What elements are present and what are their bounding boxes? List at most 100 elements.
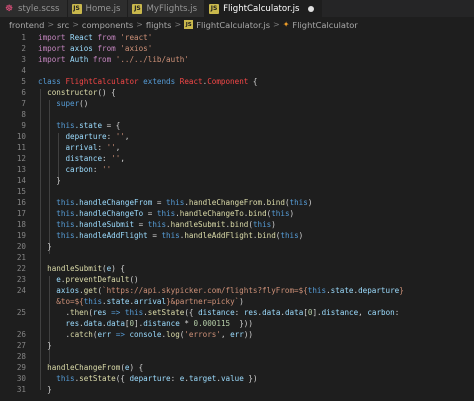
- code-line[interactable]: 10 departure: '',: [0, 131, 474, 142]
- code-line[interactable]: 3 import Auth from '../../lib/auth': [0, 54, 474, 65]
- code-token: handleChangeFrom: [188, 198, 263, 207]
- code-text: res.data.data[0].distance * 0.000115 })): [38, 318, 253, 329]
- code-token: ,: [115, 143, 121, 152]
- code-text: constructor() {: [38, 87, 116, 98]
- code-line[interactable]: 2 import axios from 'axios': [0, 43, 474, 54]
- code-token: this: [56, 374, 75, 383]
- code-token: }: [47, 341, 52, 350]
- code-line[interactable]: 25 .then(res => this.setState({ distance…: [0, 307, 474, 318]
- code-line[interactable]: 30 this.setState({ departure: e.target.v…: [0, 373, 474, 384]
- code-token: data: [262, 308, 281, 317]
- code-token: 'react': [120, 33, 153, 42]
- code-line[interactable]: 27 }: [0, 340, 474, 351]
- code-text: this.state = {: [38, 120, 120, 131]
- line-number: 28: [16, 352, 26, 361]
- code-line[interactable]: res.data.data[0].distance * 0.000115 })): [0, 318, 474, 329]
- line-number: 8: [21, 110, 26, 119]
- code-line[interactable]: 1 import React from 'react': [0, 32, 474, 43]
- code-token: .handleAddFlight: [74, 231, 148, 240]
- code-line[interactable]: 5 class FlightCalculator extends React.Co…: [0, 76, 474, 87]
- code-line[interactable]: 14 }: [0, 175, 474, 186]
- code-line[interactable]: 22 handleSubmit(e) {: [0, 263, 474, 274]
- code-line[interactable]: 13 carbon: '': [0, 164, 474, 175]
- code-line[interactable]: &to=${this.state.arrival}&partner=picky`…: [0, 296, 474, 307]
- tab-flightcalculator-js[interactable]: JS FlightCalculator.js: [205, 0, 322, 17]
- code-line[interactable]: 4: [0, 65, 474, 76]
- code-line[interactable]: 15: [0, 186, 474, 197]
- code-line[interactable]: 29 handleChangeFrom(e) {: [0, 362, 474, 373]
- code-token: departure: [65, 132, 107, 141]
- breadcrumb-item[interactable]: components: [82, 20, 133, 30]
- code-text: handleChangeFrom(e) {: [38, 362, 143, 373]
- tab-label: FlightCalculator.js: [223, 3, 300, 14]
- code-line[interactable]: 12 distance: '',: [0, 153, 474, 164]
- line-number: 6: [21, 88, 26, 97]
- breadcrumb-item[interactable]: FlightCalculator: [292, 20, 357, 30]
- code-line[interactable]: 31 }: [0, 384, 474, 395]
- breadcrumb: frontend > src > components > flights > …: [0, 17, 474, 32]
- code-line[interactable]: 16 this.handleChangeFrom = this.handleCh…: [0, 197, 474, 208]
- code-token: handleSubmit: [47, 264, 103, 273]
- code-token: :: [106, 132, 116, 141]
- breadcrumb-item[interactable]: frontend: [9, 20, 44, 30]
- code-token: .handleChangeTo: [74, 209, 144, 218]
- code-line[interactable]: 9 this.state = {: [0, 120, 474, 131]
- code-line[interactable]: 6 constructor() {: [0, 87, 474, 98]
- code-token: `https://api.skypicker.com/flights?flyFr…: [102, 286, 308, 295]
- code-line[interactable]: 11 arrival: '',: [0, 142, 474, 153]
- line-number: 4: [21, 66, 26, 75]
- breadcrumb-item[interactable]: flights: [146, 20, 172, 30]
- code-token: =: [143, 209, 157, 218]
- code-line[interactable]: 26 .catch(err => console.log('errors', e…: [0, 329, 474, 340]
- code-line[interactable]: 18 this.handleSubmit = this.handleSubmit…: [0, 219, 474, 230]
- code-line[interactable]: 19 this.handleAddFlight = this.handleAdd…: [0, 230, 474, 241]
- code-line[interactable]: 7 super(): [0, 98, 474, 109]
- breadcrumb-item[interactable]: src: [57, 20, 69, 30]
- code-token: ].: [312, 308, 322, 317]
- code-line[interactable]: 21: [0, 252, 474, 263]
- code-token: res: [243, 308, 258, 317]
- code-token: ({: [184, 308, 199, 317]
- code-line[interactable]: 8: [0, 109, 474, 120]
- line-number: 11: [16, 143, 26, 152]
- code-token: this: [56, 198, 75, 207]
- code-line[interactable]: 24 axios.get(`https://api.skypicker.com/…: [0, 285, 474, 296]
- code-token: this: [56, 220, 75, 229]
- code-token: bind: [230, 220, 249, 229]
- line-number: 12: [16, 154, 26, 163]
- unsaved-dot-icon[interactable]: [307, 5, 314, 12]
- code-token: }): [243, 374, 258, 383]
- code-text: }: [38, 241, 52, 252]
- line-number: 17: [16, 209, 26, 218]
- code-token: ,: [358, 308, 368, 317]
- tab-myflights-js[interactable]: JS MyFlights.js: [128, 0, 206, 17]
- code-line[interactable]: 17 this.handleChangeTo = this.handleChan…: [0, 208, 474, 219]
- code-token: ) {: [111, 264, 125, 273]
- code-token: res: [92, 308, 107, 317]
- breadcrumb-item[interactable]: FlightCalculator.js: [196, 20, 270, 30]
- code-line[interactable]: 20 }: [0, 241, 474, 252]
- line-number: 31: [16, 385, 26, 394]
- tab-style-scss[interactable]: ☸ style.scss: [0, 0, 68, 17]
- code-token: data: [284, 308, 304, 317]
- code-text: import axios from 'axios': [38, 43, 152, 54]
- code-token: arrival: [65, 143, 98, 152]
- code-token: &partner=picky`: [170, 297, 240, 306]
- line-number: 18: [16, 220, 26, 229]
- code-editor[interactable]: 1 import React from 'react' 2 import axios…: [0, 32, 474, 401]
- code-text: departure: '',: [38, 131, 129, 142]
- code-text: }: [38, 340, 52, 351]
- sass-file-icon: ☸: [4, 3, 14, 14]
- code-line[interactable]: 23 e.preventDefault(): [0, 274, 474, 285]
- code-token: ) {: [129, 363, 144, 372]
- tab-home-js[interactable]: JS Home.js: [67, 0, 129, 17]
- code-text: import Auth from '../../lib/auth': [38, 54, 189, 65]
- code-token: this: [56, 231, 75, 240]
- code-text: carbon: '': [38, 164, 111, 175]
- line-number: 1: [21, 33, 26, 42]
- tab-label: Home.js: [85, 3, 121, 14]
- code-token: .handleSubmit: [74, 220, 135, 229]
- code-token: () {: [97, 88, 116, 97]
- code-line[interactable]: 28: [0, 351, 474, 362]
- code-text: axios.get(`https://api.skypicker.com/fli…: [38, 285, 404, 296]
